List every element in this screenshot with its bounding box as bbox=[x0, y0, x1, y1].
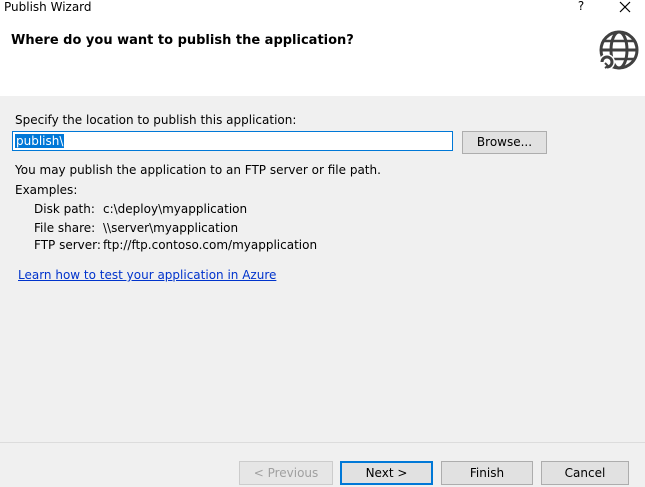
help-button[interactable]: ? bbox=[572, 0, 590, 15]
location-label: Specify the location to publish this app… bbox=[15, 113, 297, 127]
wizard-content: Specify the location to publish this app… bbox=[0, 96, 645, 442]
example-kind: FTP server: bbox=[34, 238, 101, 252]
publish-location-input[interactable]: publish\ bbox=[12, 131, 453, 151]
cancel-button[interactable]: Cancel bbox=[541, 461, 629, 485]
wizard-footer: < Previous Next > Finish Cancel bbox=[0, 442, 645, 487]
examples-label: Examples: bbox=[15, 183, 78, 197]
example-kind: File share: bbox=[34, 221, 96, 235]
azure-help-link[interactable]: Learn how to test your application in Az… bbox=[18, 268, 276, 282]
publish-location-value: publish\ bbox=[15, 134, 65, 148]
close-icon bbox=[619, 1, 631, 13]
example-value: ftp://ftp.contoso.com/myapplication bbox=[103, 238, 318, 252]
finish-button[interactable]: Finish bbox=[441, 461, 533, 485]
window-title: Publish Wizard bbox=[4, 0, 92, 14]
title-bar: Publish Wizard ? bbox=[0, 0, 645, 16]
previous-button[interactable]: < Previous bbox=[239, 461, 333, 485]
globe-icon bbox=[599, 30, 639, 70]
example-kind: Disk path: bbox=[34, 202, 95, 216]
next-button[interactable]: Next > bbox=[340, 461, 433, 485]
example-value: \\server\myapplication bbox=[103, 221, 239, 235]
browse-button[interactable]: Browse... bbox=[462, 131, 547, 154]
page-title: Where do you want to publish the applica… bbox=[11, 33, 354, 48]
info-text: You may publish the application to an FT… bbox=[15, 163, 381, 177]
close-button[interactable] bbox=[612, 0, 638, 14]
example-value: c:\deploy\myapplication bbox=[103, 202, 248, 216]
wizard-header: Where do you want to publish the applica… bbox=[0, 16, 645, 96]
